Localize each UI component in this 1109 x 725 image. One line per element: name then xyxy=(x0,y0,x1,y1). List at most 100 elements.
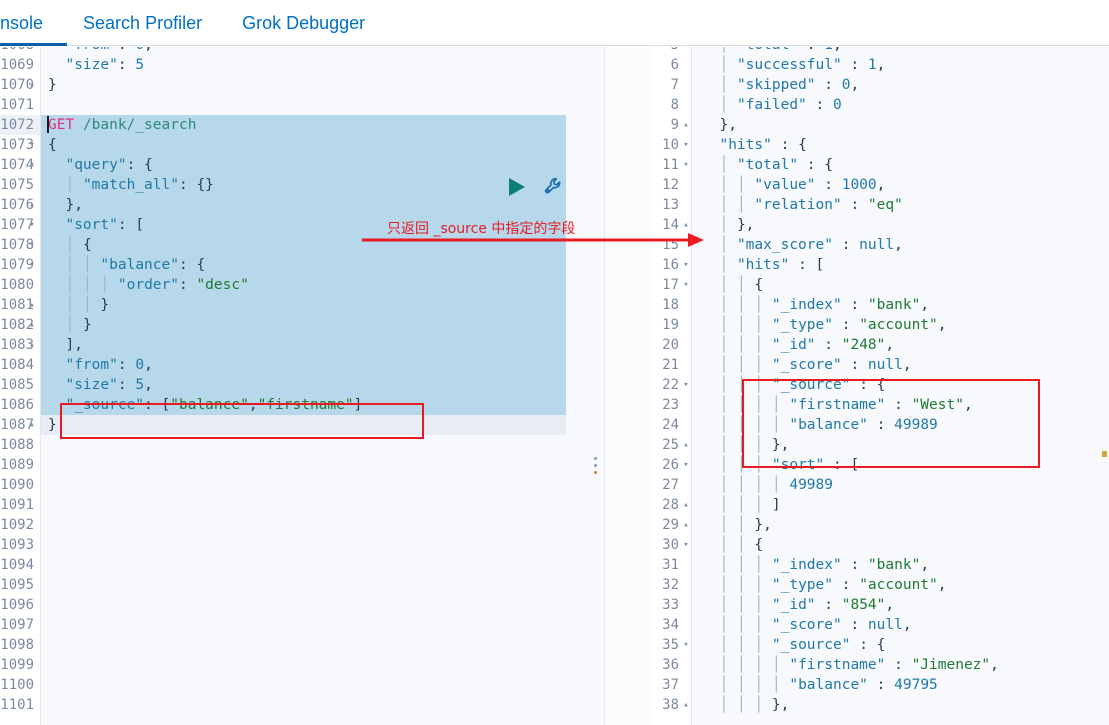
fold-up-icon[interactable]: ▴ xyxy=(27,335,37,355)
code-line[interactable]: 1096 xyxy=(0,595,589,615)
splitter-drag-handle-icon[interactable] xyxy=(594,457,598,478)
fold-up-icon[interactable]: ▴ xyxy=(681,115,691,135)
code-line[interactable]: 19 │ │ │ "_type" : "account", xyxy=(605,315,1109,335)
code-line[interactable]: 1078 ▾ │ { xyxy=(0,235,589,255)
code-line[interactable]: 1073 ▾{ xyxy=(0,135,589,155)
code-line[interactable]: 1087 ▴} xyxy=(0,415,589,435)
code-line[interactable]: 38 ▴ │ │ │ }, xyxy=(605,695,1109,715)
code-line[interactable]: 1070 ▴} xyxy=(0,75,589,95)
code-line[interactable]: 35 ▾ │ │ │ "_source" : { xyxy=(605,635,1109,655)
code-line[interactable]: 11 ▾ │ "total" : { xyxy=(605,155,1109,175)
code-line[interactable]: 1092 xyxy=(0,515,589,535)
code-line[interactable]: 1068 "from": 0, xyxy=(0,47,589,55)
fold-down-icon[interactable]: ▾ xyxy=(27,135,37,155)
code-line[interactable]: 1095 xyxy=(0,575,589,595)
code-line[interactable]: 37 │ │ │ │ "balance" : 49795 xyxy=(605,675,1109,695)
code-line[interactable]: 8 │ "failed" : 0 xyxy=(605,95,1109,115)
code-line[interactable]: 31 │ │ │ "_index" : "bank", xyxy=(605,555,1109,575)
tab-console[interactable]: nsole xyxy=(0,0,63,46)
code-line[interactable]: 20 │ │ │ "_id" : "248", xyxy=(605,335,1109,355)
code-line[interactable]: 16 ▾ │ "hits" : [ xyxy=(605,255,1109,275)
fold-down-icon[interactable]: ▾ xyxy=(27,155,37,175)
wrench-icon[interactable] xyxy=(543,176,565,198)
code-line[interactable]: 1069 "size": 5 xyxy=(0,55,589,75)
code-line[interactable]: 21 │ │ │ "_score" : null, xyxy=(605,355,1109,375)
code-line[interactable]: 9 ▴ }, xyxy=(605,115,1109,135)
code-line[interactable]: 1080 │ │ │ "order": "desc" xyxy=(0,275,589,295)
tab-search-profiler[interactable]: Search Profiler xyxy=(83,0,202,46)
code-line[interactable]: 1099 xyxy=(0,655,589,675)
response-viewer-pane[interactable]: 5 │ "total" : 1,6 │ "successful" : 1,7 │… xyxy=(605,47,1109,725)
fold-up-icon[interactable]: ▴ xyxy=(681,515,691,535)
code-line[interactable]: 5 │ "total" : 1, xyxy=(605,47,1109,55)
code-line[interactable]: 1088 xyxy=(0,435,589,455)
code-line[interactable]: 1091 xyxy=(0,495,589,515)
code-line[interactable]: 22 ▾ │ │ │ "_source" : { xyxy=(605,375,1109,395)
play-triangle-icon[interactable] xyxy=(505,176,527,198)
code-line[interactable]: 1082 ▴ │ } xyxy=(0,315,589,335)
code-line[interactable]: 17 ▾ │ │ { xyxy=(605,275,1109,295)
code-line[interactable]: 1101 xyxy=(0,695,589,715)
code-line[interactable]: 1081 ▴ │ │ } xyxy=(0,295,589,315)
code-line[interactable]: 29 ▴ │ │ }, xyxy=(605,515,1109,535)
code-line[interactable]: 18 │ │ │ "_index" : "bank", xyxy=(605,295,1109,315)
fold-down-icon[interactable]: ▾ xyxy=(681,135,691,155)
code-line[interactable]: 7 │ "skipped" : 0, xyxy=(605,75,1109,95)
code-line[interactable]: 1071 xyxy=(0,95,589,115)
fold-down-icon[interactable]: ▾ xyxy=(681,375,691,395)
fold-down-icon[interactable]: ▾ xyxy=(27,215,37,235)
fold-down-icon[interactable]: ▾ xyxy=(681,635,691,655)
fold-up-icon[interactable]: ▴ xyxy=(681,695,691,715)
code-line[interactable]: 26 ▾ │ │ │ "sort" : [ xyxy=(605,455,1109,475)
fold-down-icon[interactable]: ▾ xyxy=(681,455,691,475)
code-line[interactable]: 32 │ │ │ "_type" : "account", xyxy=(605,575,1109,595)
code-line[interactable]: 1094 xyxy=(0,555,589,575)
tab-grok-debugger[interactable]: Grok Debugger xyxy=(242,0,365,46)
fold-down-icon[interactable]: ▾ xyxy=(681,155,691,175)
pane-splitter[interactable] xyxy=(589,47,605,725)
code-line[interactable]: 23 │ │ │ │ "firstname" : "West", xyxy=(605,395,1109,415)
code-line[interactable]: 1086 "_source": ["balance","firstname"] xyxy=(0,395,589,415)
code-line[interactable]: 1083 ▴ ], xyxy=(0,335,589,355)
response-scrollbar-thumb[interactable] xyxy=(1102,451,1107,457)
code-line[interactable]: 13 │ │ "relation" : "eq" xyxy=(605,195,1109,215)
code-line[interactable]: 1090 xyxy=(0,475,589,495)
code-line[interactable]: 1076 ▴ }, xyxy=(0,195,589,215)
code-line[interactable]: 1089 xyxy=(0,455,589,475)
code-line[interactable]: 1075 │ "match_all": {} xyxy=(0,175,589,195)
code-line[interactable]: 30 ▾ │ │ { xyxy=(605,535,1109,555)
fold-down-icon[interactable]: ▾ xyxy=(681,275,691,295)
request-editor-pane[interactable]: 1068 "from": 0,1069 "size": 51070▴}10711… xyxy=(0,47,589,725)
fold-up-icon[interactable]: ▴ xyxy=(27,195,37,215)
code-line[interactable]: 1077 ▾ "sort": [ xyxy=(0,215,589,235)
code-line[interactable]: 1079 ▾ │ │ "balance": { xyxy=(0,255,589,275)
fold-up-icon[interactable]: ▴ xyxy=(27,295,37,315)
code-line[interactable]: 34 │ │ │ "_score" : null, xyxy=(605,615,1109,635)
code-line[interactable]: 24 │ │ │ │ "balance" : 49989 xyxy=(605,415,1109,435)
fold-up-icon[interactable]: ▴ xyxy=(681,215,691,235)
code-line[interactable]: 27 │ │ │ │ 49989 xyxy=(605,475,1109,495)
fold-up-icon[interactable]: ▴ xyxy=(27,415,37,435)
code-line[interactable]: 1074 ▾ "query": { xyxy=(0,155,589,175)
fold-down-icon[interactable]: ▾ xyxy=(27,255,37,275)
code-line[interactable]: 28 ▴ │ │ │ ] xyxy=(605,495,1109,515)
code-line[interactable]: 1100 xyxy=(0,675,589,695)
code-line[interactable]: 25 ▴ │ │ │ }, xyxy=(605,435,1109,455)
fold-up-icon[interactable]: ▴ xyxy=(27,75,37,95)
code-line[interactable]: 15 │ "max_score" : null, xyxy=(605,235,1109,255)
code-line[interactable]: 6 │ "successful" : 1, xyxy=(605,55,1109,75)
code-line[interactable]: 33 │ │ │ "_id" : "854", xyxy=(605,595,1109,615)
code-line[interactable]: 1084 "from": 0, xyxy=(0,355,589,375)
code-line[interactable]: 14 ▴ │ }, xyxy=(605,215,1109,235)
fold-down-icon[interactable]: ▾ xyxy=(681,255,691,275)
code-line[interactable]: 1097 xyxy=(0,615,589,635)
code-line[interactable]: 12 │ │ "value" : 1000, xyxy=(605,175,1109,195)
code-line[interactable]: 1072 GET /bank/_search xyxy=(0,115,589,135)
fold-up-icon[interactable]: ▴ xyxy=(681,435,691,455)
code-line[interactable]: 36 │ │ │ │ "firstname" : "Jimenez", xyxy=(605,655,1109,675)
code-line[interactable]: 1098 xyxy=(0,635,589,655)
code-line[interactable]: 1085 "size": 5, xyxy=(0,375,589,395)
fold-up-icon[interactable]: ▴ xyxy=(681,495,691,515)
fold-down-icon[interactable]: ▾ xyxy=(681,535,691,555)
fold-up-icon[interactable]: ▴ xyxy=(27,315,37,335)
